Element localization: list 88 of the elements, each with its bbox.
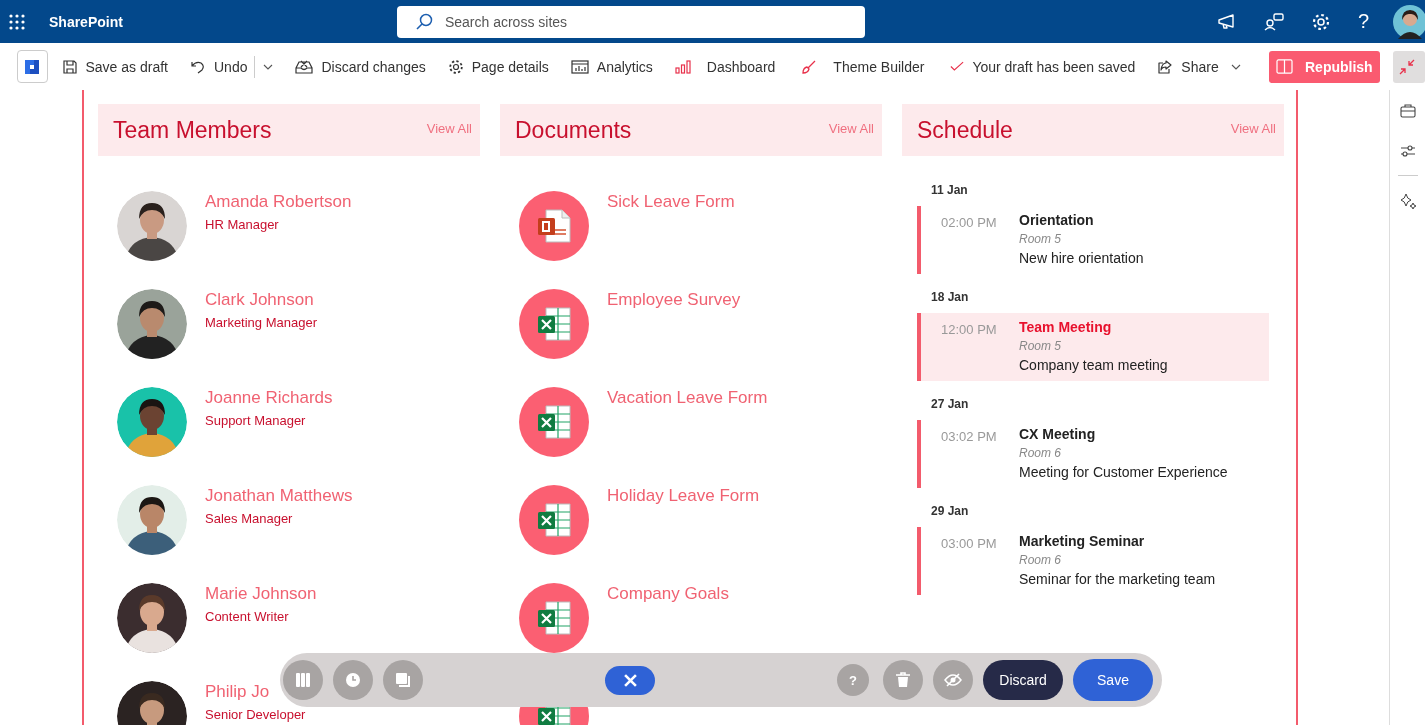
- save-button[interactable]: Save as draft: [61, 58, 168, 75]
- analytics-icon: [570, 59, 589, 74]
- date-label: 11 Jan: [930, 183, 969, 197]
- settings-icon: [447, 58, 464, 75]
- app-launcher-icon[interactable]: [9, 13, 25, 30]
- document-title[interactable]: Holiday Leave Form: [607, 486, 760, 506]
- status-button[interactable]: Your draft has been saved: [950, 58, 1136, 75]
- event-title: Team Meeting: [1019, 319, 1113, 335]
- event-item[interactable]: 03:02 PM CX Meeting Room 6 Meeting for Customer Experience: [917, 420, 1269, 488]
- close-icon: [623, 673, 637, 687]
- save-button[interactable]: Save: [1073, 659, 1153, 701]
- document-title[interactable]: Vacation Leave Form: [607, 388, 768, 408]
- section-title: Team Members: [113, 116, 272, 144]
- close-button[interactable]: [605, 665, 655, 695]
- member-role: HR Manager: [205, 217, 279, 232]
- event-item[interactable]: 02:00 PM Orientation Room 5 New hire orientation: [917, 206, 1269, 274]
- member-role: Senior Developer: [205, 707, 306, 722]
- trash-icon: [895, 672, 911, 688]
- discard-button[interactable]: Discard: [983, 660, 1063, 700]
- sparkle-icon[interactable]: [1399, 193, 1416, 209]
- member-name[interactable]: Joanne Richards: [205, 388, 333, 408]
- brush-icon: [801, 58, 818, 75]
- save-icon: [61, 58, 78, 75]
- search-icon: [414, 12, 433, 31]
- sliders-icon[interactable]: [1399, 144, 1416, 158]
- event-room: Room 6: [1019, 553, 1063, 567]
- event-time: 12:00 PM: [941, 321, 998, 339]
- megaphone-icon[interactable]: [1216, 11, 1237, 32]
- share-icon: [1157, 58, 1174, 75]
- event-description: New hire orientation: [1019, 250, 1144, 266]
- event-room: Room 6: [1019, 446, 1063, 460]
- settings-icon[interactable]: [1310, 11, 1331, 32]
- date-label: 18 Jan: [930, 290, 970, 304]
- document-title[interactable]: Employee Survey: [607, 290, 741, 310]
- details-button[interactable]: Page details: [447, 58, 549, 75]
- member-name[interactable]: Amanda Robertson: [205, 192, 352, 212]
- search-field[interactable]: Search across sites: [396, 5, 865, 38]
- event-title: CX Meeting: [1019, 426, 1097, 442]
- event-item[interactable]: 03:00 PM Marketing Seminar Room 6 Seminar for the marketing team: [917, 527, 1269, 595]
- collapse-button[interactable]: [1393, 50, 1425, 83]
- member-name[interactable]: Philip Jo: [205, 682, 270, 702]
- member-role: Marketing Manager: [205, 315, 317, 330]
- discard-icon: [295, 58, 314, 75]
- document-title[interactable]: Company Goals: [607, 584, 729, 604]
- event-item[interactable]: 12:00 PM Team Meeting Room 5 Company team meeting: [917, 313, 1269, 381]
- event-title: Orientation: [1019, 212, 1095, 228]
- date-label: 27 Jan: [930, 397, 970, 411]
- clock-icon: [345, 672, 361, 688]
- bar-chart-icon: [674, 59, 691, 74]
- document-title[interactable]: Sick Leave Form: [607, 192, 735, 212]
- book-icon: [1276, 59, 1293, 74]
- event-title: Marketing Seminar: [1019, 533, 1146, 549]
- republish-button[interactable]: Republish: [1268, 50, 1380, 83]
- columns-icon: [295, 672, 311, 688]
- caret-icon[interactable]: [1230, 63, 1241, 70]
- discard-button[interactable]: Discard changes: [295, 58, 426, 75]
- event-time: 02:00 PM: [941, 214, 998, 232]
- event-room: Room 5: [1019, 232, 1063, 246]
- dashboard-button[interactable]: Dashboard: [674, 58, 776, 75]
- share-button[interactable]: Share: [1157, 58, 1219, 75]
- checkmark-icon: [950, 61, 965, 72]
- member-role: Sales Manager: [205, 511, 293, 526]
- section-title: Documents: [515, 116, 632, 144]
- member-name[interactable]: Jonathan Matthews: [205, 486, 353, 506]
- date-label: 29 Jan: [930, 504, 970, 518]
- analytics-button[interactable]: Analytics: [570, 58, 653, 75]
- collapse-icon: [1399, 58, 1415, 75]
- member-role: Content Writer: [205, 609, 289, 624]
- member-name[interactable]: Clark Johnson: [205, 290, 314, 310]
- logo-button[interactable]: [17, 50, 48, 83]
- event-room: Room 5: [1019, 339, 1063, 353]
- feed-icon[interactable]: [1263, 11, 1284, 32]
- member-name[interactable]: Marie Johnson: [205, 584, 317, 604]
- briefcase-icon[interactable]: [1399, 104, 1416, 118]
- event-time: 03:02 PM: [941, 428, 998, 446]
- copy-icon: [395, 672, 411, 688]
- event-description: Company team meeting: [1019, 357, 1168, 373]
- theme-button[interactable]: Theme Builder: [801, 58, 925, 75]
- section-title: Schedule: [917, 116, 1013, 144]
- event-description: Seminar for the marketing team: [1019, 571, 1216, 587]
- event-description: Meeting for Customer Experience: [1019, 464, 1228, 480]
- event-time: 03:00 PM: [941, 535, 998, 553]
- eye-off-icon: [944, 673, 962, 687]
- member-role: Support Manager: [205, 413, 306, 428]
- help-button[interactable]: ?: [1357, 10, 1369, 33]
- app-name[interactable]: SharePoint: [49, 13, 123, 30]
- caret-icon[interactable]: [263, 63, 274, 70]
- undo-button[interactable]: Undo: [190, 58, 248, 75]
